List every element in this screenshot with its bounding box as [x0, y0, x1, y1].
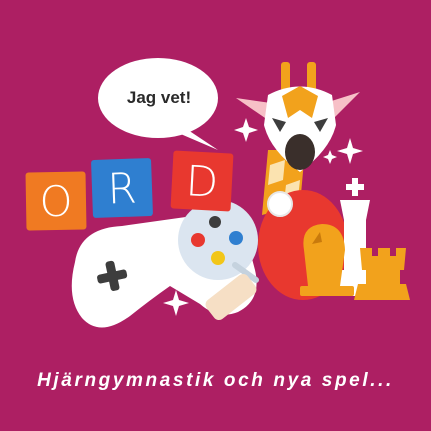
word-tile-r: R [91, 157, 153, 219]
palette-icon [178, 200, 259, 283]
word-tile-letter: O [39, 176, 73, 226]
caption: Hjärngymnastik och nya spel... [37, 370, 394, 391]
speech-bubble-text: Jag vet! [126, 88, 192, 107]
word-tile-o: O [25, 171, 87, 231]
word-tile-letter: D [184, 155, 220, 207]
word-tile-d: D [170, 150, 234, 212]
promo-illustration: Jag vet! O R D Hjärngymnastik och nya sp… [0, 0, 431, 431]
word-tile-letter: R [106, 163, 138, 213]
